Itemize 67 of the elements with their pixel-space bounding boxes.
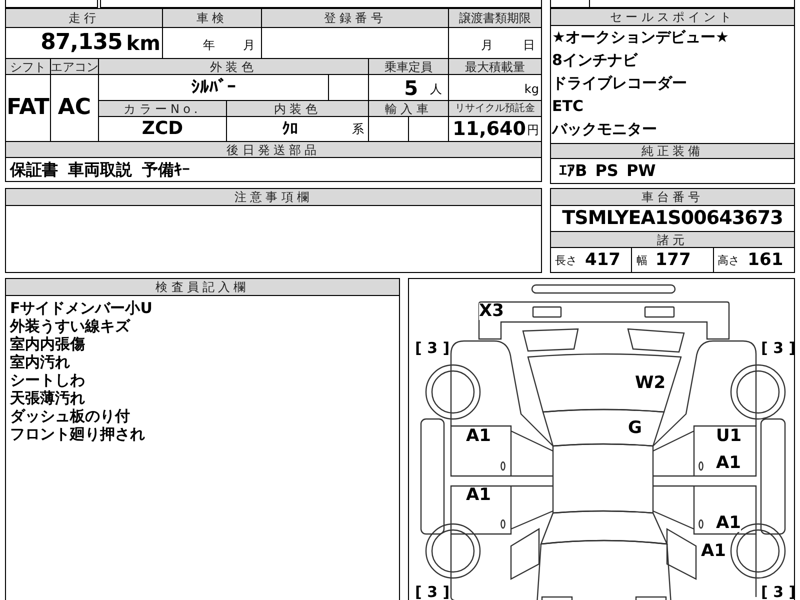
damage-mark: X3 bbox=[479, 303, 504, 320]
unit-label: 年 bbox=[203, 37, 216, 54]
spec-label: 幅 bbox=[636, 254, 648, 266]
column-header: 輸入車 bbox=[369, 101, 449, 116]
column-header: 純正装備 bbox=[551, 144, 794, 158]
column-header: 車検 bbox=[163, 9, 262, 27]
sales-point-item: 8インチナビ bbox=[551, 53, 639, 68]
column-header: 最大積載量 bbox=[449, 59, 541, 74]
inspection-note: 天張薄汚れ bbox=[10, 389, 86, 407]
part-item: 車両取説 bbox=[68, 162, 132, 178]
equipment-item: PS bbox=[595, 163, 618, 179]
column-header: 検査員記入欄 bbox=[6, 279, 399, 295]
unit-label: kg bbox=[524, 81, 539, 98]
column-header: 注意事項欄 bbox=[6, 189, 541, 205]
sales-point-item: ETC bbox=[551, 99, 584, 114]
sales-point-item: ドライブレコーダー bbox=[551, 76, 688, 91]
table-cell: 11,640 bbox=[452, 120, 526, 139]
spec-label: 長さ bbox=[555, 254, 577, 266]
column-header: セールスポイント bbox=[551, 9, 794, 25]
table-cell: ｸﾛ bbox=[282, 121, 298, 137]
unit-label: 月 bbox=[243, 37, 256, 54]
inspection-note: 室内内張傷 bbox=[10, 335, 86, 353]
table-cell: 87,135 bbox=[40, 32, 122, 54]
unit-label: km bbox=[126, 33, 160, 53]
inspection-note: シートしわ bbox=[10, 371, 86, 389]
part-item: 予備ｷｰ bbox=[142, 162, 190, 178]
column-header: シフト bbox=[6, 59, 50, 74]
column-header: 登録番号 bbox=[262, 9, 450, 27]
unit-label: 月 bbox=[481, 37, 493, 54]
spec-value: 161 bbox=[748, 252, 784, 268]
table-cell: 5 bbox=[404, 78, 418, 98]
tire-mark: [ 3 ] bbox=[415, 585, 450, 600]
unit-label: 系 bbox=[352, 121, 364, 138]
column-header: カラーNo. bbox=[99, 101, 227, 116]
chassis-number: TSMLYEA1S00643673 bbox=[562, 209, 783, 228]
column-header: 後日発送部品 bbox=[6, 142, 541, 157]
column-header: 車台番号 bbox=[551, 189, 794, 205]
column-header: 内装色 bbox=[227, 101, 369, 116]
spec-value: 177 bbox=[655, 252, 691, 268]
inspection-note: フロント廻り押され bbox=[10, 425, 146, 443]
table-cell: ｼﾙﾊﾞｰ bbox=[191, 78, 236, 96]
inspection-note: ダッシュ板のり付 bbox=[10, 407, 131, 425]
column-header: 譲渡書類期限 bbox=[449, 9, 541, 27]
equipment-item: PW bbox=[626, 163, 656, 179]
inspection-note: 外装うすい線キズ bbox=[10, 317, 132, 335]
column-header: 外装色 bbox=[99, 59, 369, 74]
sales-point-item: バックモニター bbox=[551, 122, 658, 137]
column-header: 走行 bbox=[6, 9, 164, 27]
unit-label: 円 bbox=[527, 122, 539, 139]
table-cell: ZCD bbox=[142, 120, 184, 138]
table-cell: AC bbox=[58, 97, 92, 119]
column-header: 乗車定員 bbox=[369, 59, 449, 74]
unit-label: 人 bbox=[430, 81, 442, 98]
column-header: エアコン bbox=[51, 59, 98, 74]
spec-label: 高さ bbox=[718, 254, 740, 266]
unit-label: 日 bbox=[523, 37, 535, 54]
inspection-note: 室内汚れ bbox=[10, 353, 71, 371]
damage-mark: A1 bbox=[716, 515, 741, 532]
tire-mark: [ 3 ] bbox=[415, 341, 450, 356]
column-header: 諸元 bbox=[551, 232, 794, 247]
table-cell: FAT bbox=[6, 97, 50, 119]
inspection-note: Fサイドメンバー小U bbox=[10, 299, 154, 317]
spec-value: 417 bbox=[585, 252, 620, 268]
column-header: リサイクル預託金 bbox=[449, 101, 541, 116]
part-item: 保証書 bbox=[10, 162, 58, 178]
equipment-item: ｴｱB bbox=[559, 163, 588, 179]
sales-point-item: ★オークションデビュー★ bbox=[551, 30, 730, 45]
